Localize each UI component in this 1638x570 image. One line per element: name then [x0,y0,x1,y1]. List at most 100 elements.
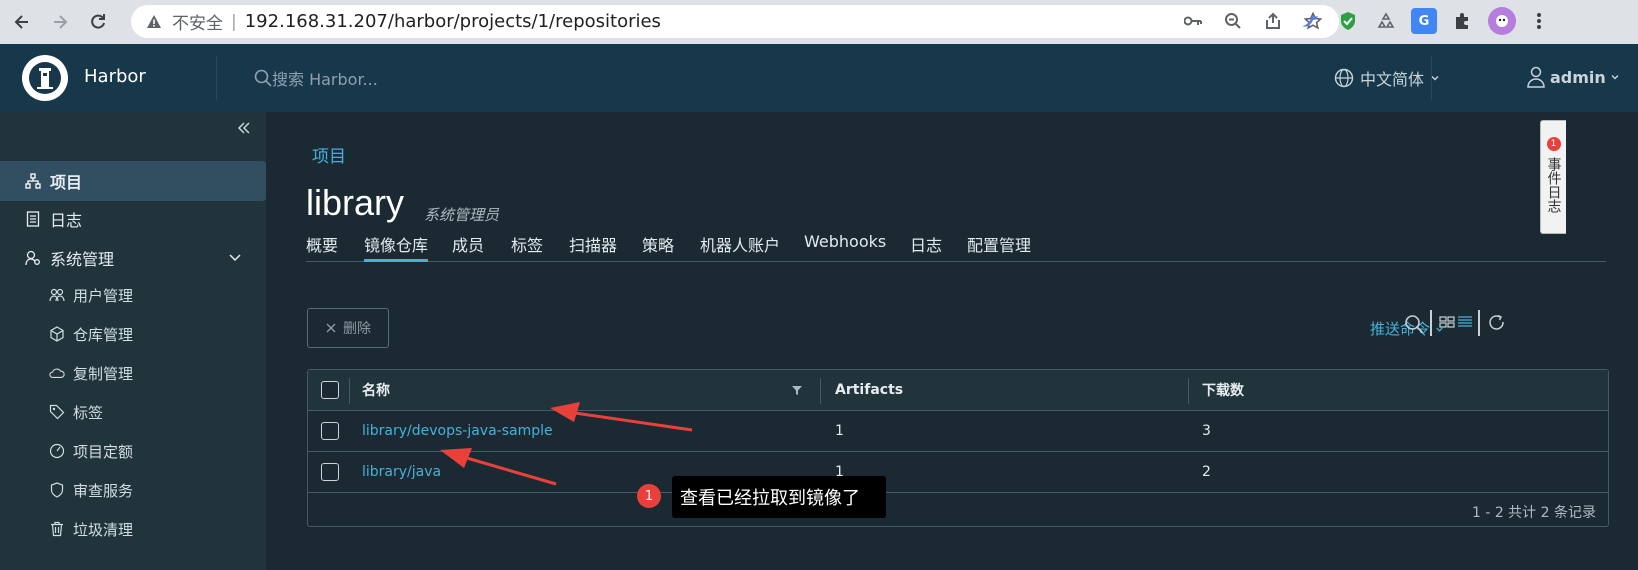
extension-bird-icon[interactable] [1297,8,1323,34]
sidebar-item-label: 垃圾清理 [73,520,134,539]
tab-webhooks[interactable]: Webhooks [804,232,886,262]
column-divider [1188,378,1189,404]
sidebar-item-projects[interactable]: 项目 [0,161,266,201]
column-header-name[interactable]: 名称 [362,380,390,400]
search-icon[interactable] [1404,314,1424,338]
sidebar-item-logs[interactable]: 日志 [0,199,266,239]
tab-logs[interactable]: 日志 [910,232,942,262]
quota-icon [49,443,65,459]
delete-button[interactable]: 删除 [307,308,389,348]
user-menu[interactable]: admin [1526,66,1620,88]
extensions-puzzle-icon[interactable] [1449,8,1475,34]
tab-members[interactable]: 成员 [452,232,484,262]
project-tabs: 概要 镜像仓库 成员 标签 扫描器 策略 机器人账户 Webhooks 日志 配… [306,226,1606,262]
tab-robot-accounts[interactable]: 机器人账户 [700,232,780,262]
column-divider [820,378,821,404]
download-count: 2 [1202,464,1211,480]
harbor-logo-icon[interactable] [22,55,68,101]
profile-avatar-icon[interactable] [1488,7,1516,35]
admin-icon [24,249,42,267]
toolbar-divider [1478,310,1480,336]
global-search[interactable]: 搜索 Harbor... [254,66,378,90]
sidebar-item-label: 项目 [50,173,83,192]
replication-icon [49,365,65,381]
table-footer: 1 - 2 共计 2 条记录 [308,493,1608,527]
tab-policy[interactable]: 策略 [642,232,674,262]
role-badge: 系统管理员 [424,206,500,224]
tab-configuration[interactable]: 配置管理 [967,232,1031,262]
tab-summary[interactable]: 概要 [306,232,338,262]
annotation-arrow [550,402,693,432]
sidebar-item-interrogation[interactable]: 审查服务 [0,471,266,509]
sidebar-item-label: 系统管理 [50,250,115,269]
sidebar-item-gc[interactable]: 垃圾清理 [0,510,266,548]
brand-name[interactable]: Harbor [84,66,146,87]
sidebar-item-label: 用户管理 [73,286,134,305]
download-count: 3 [1202,423,1211,439]
page-title: library [306,182,405,223]
column-header-artifacts[interactable]: Artifacts [835,382,903,398]
sidebar-item-quotas[interactable]: 项目定额 [0,432,266,470]
back-icon[interactable] [6,6,38,38]
card-view-icon[interactable] [1439,314,1455,334]
sidebar-item-users[interactable]: 用户管理 [0,276,266,314]
sidebar-item-labels[interactable]: 标签 [0,393,266,431]
forward-icon[interactable] [44,6,76,38]
event-log-tab[interactable]: 1 事件日志 [1540,120,1566,234]
extension-recycle-icon[interactable] [1373,8,1399,34]
delete-label: 删除 [343,321,371,337]
header-divider [1431,56,1432,100]
repository-link[interactable]: library/java [362,464,441,480]
shield-icon [49,482,65,498]
search-placeholder[interactable]: 搜索 Harbor... [272,66,378,90]
tab-labels[interactable]: 标签 [511,232,543,262]
pagination-summary: 1 - 2 共计 2 条记录 [1471,505,1596,521]
table-header: 名称 Artifacts 下载数 [308,370,1608,411]
language-selector[interactable]: 中文简体 [1334,66,1440,90]
row-checkbox[interactable] [321,422,339,440]
sidebar-item-label: 审查服务 [73,481,134,500]
reload-icon[interactable] [82,6,114,38]
address-bar[interactable]: 不安全 | 192.168.31.207/harbor/projects/1/r… [131,5,1339,38]
app-header: Harbor 搜索 Harbor... 中文简体 admin [0,44,1638,112]
sidebar: 项目 日志 系统管理 用户管理 仓库管理 复制管理 标签 项目定额 审查服务 垃… [0,112,266,570]
breadcrumb[interactable]: 项目 [312,142,346,167]
sidebar-item-label: 项目定额 [73,442,134,461]
logs-icon [24,210,42,228]
event-log-label: 事件日志 [1545,157,1562,213]
zoom-out-icon[interactable] [1223,11,1243,31]
repository-link[interactable]: library/devops-java-sample [362,423,553,439]
filter-icon[interactable] [791,384,803,400]
username: admin [1550,67,1606,87]
annotation-number: 1 [637,484,661,508]
sidebar-item-label: 日志 [50,211,83,230]
annotation-callout: 查看已经拉取到镜像了 [672,476,886,518]
column-header-downloads[interactable]: 下载数 [1202,380,1244,400]
tab-scanner[interactable]: 扫描器 [569,232,617,262]
event-count-badge: 1 [1546,137,1561,151]
refresh-icon[interactable] [1488,314,1506,336]
url-text[interactable]: 192.168.31.207/harbor/projects/1/reposit… [245,11,661,32]
sidebar-item-registries[interactable]: 仓库管理 [0,315,266,353]
collapse-sidebar-icon[interactable] [236,120,252,141]
users-icon [49,287,65,303]
extension-translate-icon[interactable]: G [1411,8,1437,34]
select-all-checkbox[interactable] [321,381,339,399]
key-icon[interactable] [1183,11,1203,31]
language-label: 中文简体 [1360,70,1425,89]
chevron-down-icon [228,249,242,268]
list-view-icon[interactable] [1457,314,1473,334]
tag-icon [49,404,65,420]
warning-icon[interactable] [146,14,164,30]
row-checkbox[interactable] [321,463,339,481]
share-icon[interactable] [1263,11,1283,31]
close-icon [326,323,336,333]
browser-toolbar: 不安全 | 192.168.31.207/harbor/projects/1/r… [0,0,1638,44]
tab-repositories[interactable]: 镜像仓库 [364,232,429,262]
user-icon [1527,66,1545,88]
sidebar-item-admin[interactable]: 系统管理 [0,238,266,278]
extension-shield-icon[interactable] [1335,8,1361,34]
sidebar-item-replication[interactable]: 复制管理 [0,354,266,392]
browser-menu-icon[interactable] [1526,8,1552,34]
trash-icon [49,521,65,537]
